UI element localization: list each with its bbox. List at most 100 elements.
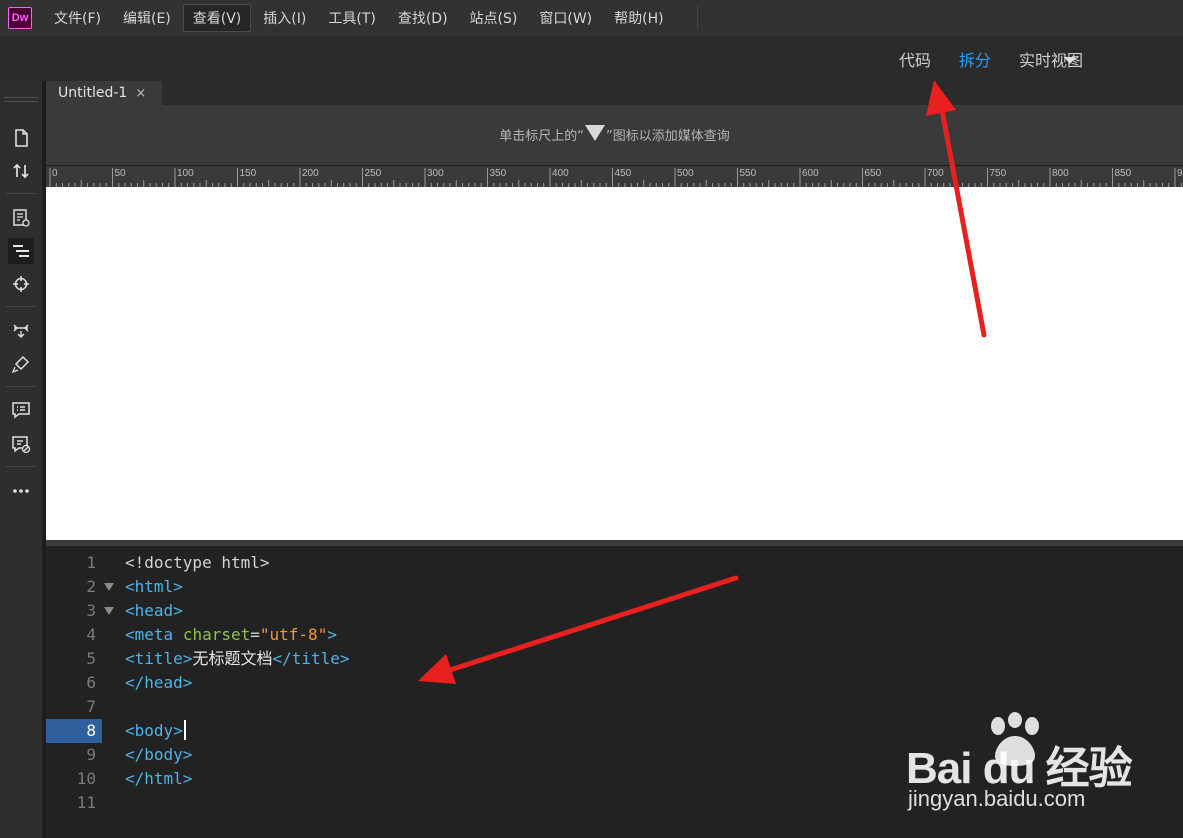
code-value: "utf-8"	[259, 625, 328, 644]
file-management-icon[interactable]	[8, 158, 34, 184]
line-number: 1	[86, 553, 96, 572]
menu-insert[interactable]: 插入(I)	[253, 4, 316, 32]
menu-items: 文件(F) 编辑(E) 查看(V) 插入(I) 工具(T) 查找(D) 站点(S…	[44, 0, 676, 36]
toolbar-separator	[6, 306, 36, 307]
menu-tools[interactable]: 工具(T)	[318, 4, 385, 32]
menu-window[interactable]: 窗口(W)	[529, 4, 602, 32]
apply-comment-icon[interactable]	[8, 397, 34, 423]
ruler-label: 150	[240, 168, 257, 179]
view-switcher-bar: 代码 拆分 实时视图	[0, 37, 1183, 81]
ruler-label: 450	[615, 168, 632, 179]
code-tag: <meta	[125, 625, 174, 644]
more-tools-icon[interactable]	[8, 478, 34, 504]
document-tab-bar: Untitled-1 ×	[46, 81, 1183, 105]
code-text: <head>	[125, 601, 183, 620]
media-query-hint-before: 单击标尺上的“	[499, 129, 584, 144]
menu-edit[interactable]: 编辑(E)	[113, 4, 181, 32]
close-tab-icon[interactable]: ×	[135, 86, 146, 101]
ruler-label: 90	[1177, 168, 1183, 179]
document-tab[interactable]: Untitled-1 ×	[46, 81, 162, 105]
code-line[interactable]: 4 <meta charset="utf-8">	[46, 623, 1183, 647]
ruler-label: 800	[1052, 168, 1069, 179]
menu-view[interactable]: 查看(V)	[182, 4, 252, 32]
code-title-text: 无标题文档	[192, 649, 273, 668]
line-number: 9	[86, 745, 96, 764]
fold-arrow-icon[interactable]	[104, 607, 114, 615]
code-text: <html>	[125, 577, 183, 596]
split-view-button[interactable]: 拆分	[959, 47, 991, 71]
ruler-label: 550	[740, 168, 757, 179]
code-line[interactable]: 6 </head>	[46, 671, 1183, 695]
ruler-label: 400	[552, 168, 569, 179]
ruler-label: 0	[52, 168, 58, 179]
menu-separator	[697, 6, 698, 30]
ruler-label: 600	[802, 168, 819, 179]
code-line[interactable]: 5 <title>无标题文档</title>	[46, 647, 1183, 671]
menu-site[interactable]: 站点(S)	[460, 4, 528, 32]
live-view-options-icon[interactable]	[8, 205, 34, 231]
view-dropdown-chevron-icon[interactable]	[1064, 57, 1076, 64]
toolbar-separator	[6, 386, 36, 387]
code-tag: <title>	[125, 649, 193, 668]
line-number: 2	[86, 577, 96, 596]
line-number: 11	[76, 793, 96, 812]
line-number: 7	[86, 697, 96, 716]
ruler-label: 200	[302, 168, 319, 179]
code-text: <meta charset="utf-8">	[125, 623, 337, 647]
ruler-label: 50	[115, 168, 127, 179]
toolbar-grip[interactable]	[4, 97, 38, 102]
open-documents-icon[interactable]	[8, 125, 34, 151]
code-attr: charset	[182, 625, 251, 644]
add-media-query-icon	[585, 125, 605, 141]
line-number: 5	[86, 649, 96, 668]
toolbar-separator	[6, 466, 36, 467]
code-tag: <body>	[125, 721, 183, 740]
menu-bar: Dw 文件(F) 编辑(E) 查看(V) 插入(I) 工具(T) 查找(D) 站…	[0, 0, 1183, 37]
code-text: </body>	[125, 745, 193, 764]
ruler[interactable]: 0 50 100 150 200 250 300 350 400 450 500 550 600 650 7…	[46, 165, 1183, 188]
ruler-label: 500	[677, 168, 694, 179]
ruler-label: 350	[490, 168, 507, 179]
code-eq: =	[250, 625, 260, 644]
line-number: 10	[76, 769, 96, 788]
fold-arrow-icon[interactable]	[104, 583, 114, 591]
document-tab-title: Untitled-1	[58, 85, 128, 101]
menu-file[interactable]: 文件(F)	[44, 4, 111, 32]
ruler-label: 250	[365, 168, 382, 179]
code-line[interactable]: 2 <html>	[46, 575, 1183, 599]
line-number: 6	[86, 673, 96, 692]
balance-braces-icon[interactable]	[8, 317, 34, 343]
code-text: </head>	[125, 673, 193, 692]
code-text: <title>无标题文档</title>	[125, 647, 350, 671]
remove-comment-icon[interactable]	[8, 431, 34, 457]
inspect-target-icon[interactable]	[8, 271, 34, 297]
code-text: <body>	[125, 719, 186, 743]
code-tag-end: >	[327, 625, 337, 644]
code-text: <!doctype html>	[125, 553, 270, 572]
menu-find[interactable]: 查找(D)	[388, 4, 458, 32]
ruler-label: 100	[177, 168, 194, 179]
line-number: 3	[86, 601, 96, 620]
code-format-icon[interactable]	[8, 351, 34, 377]
dom-panel-icon[interactable]	[8, 238, 34, 264]
watermark-url: jingyan.baidu.com	[908, 786, 1086, 811]
menu-help[interactable]: 帮助(H)	[604, 4, 673, 32]
design-view-canvas[interactable]	[46, 187, 1183, 540]
text-caret	[183, 720, 186, 740]
code-line[interactable]: 3 <head>	[46, 599, 1183, 623]
ruler-label: 300	[427, 168, 444, 179]
ruler-label: 850	[1115, 168, 1132, 179]
view-switcher: 代码 拆分 实时视图	[871, 37, 1083, 81]
code-tag: </title>	[272, 649, 350, 668]
ruler-ticks: 0 50 100 150 200 250 300 350 400 450 500 550 600 650 7…	[49, 168, 1183, 188]
code-text: </html>	[125, 769, 193, 788]
code-view-button[interactable]: 代码	[899, 47, 931, 71]
line-number: 4	[86, 625, 96, 644]
baidu-jingyan-watermark: Bai du 经验 jingyan.baidu.com	[906, 712, 1133, 822]
media-query-hint: 单击标尺上的“ ”图标以添加媒体查询	[46, 125, 1183, 144]
code-line[interactable]: 1 <!doctype html>	[46, 551, 1183, 575]
ruler-label: 750	[990, 168, 1007, 179]
media-query-bar: 单击标尺上的“ ”图标以添加媒体查询	[46, 105, 1183, 165]
ruler-label: 650	[865, 168, 882, 179]
left-toolbar	[0, 81, 43, 838]
